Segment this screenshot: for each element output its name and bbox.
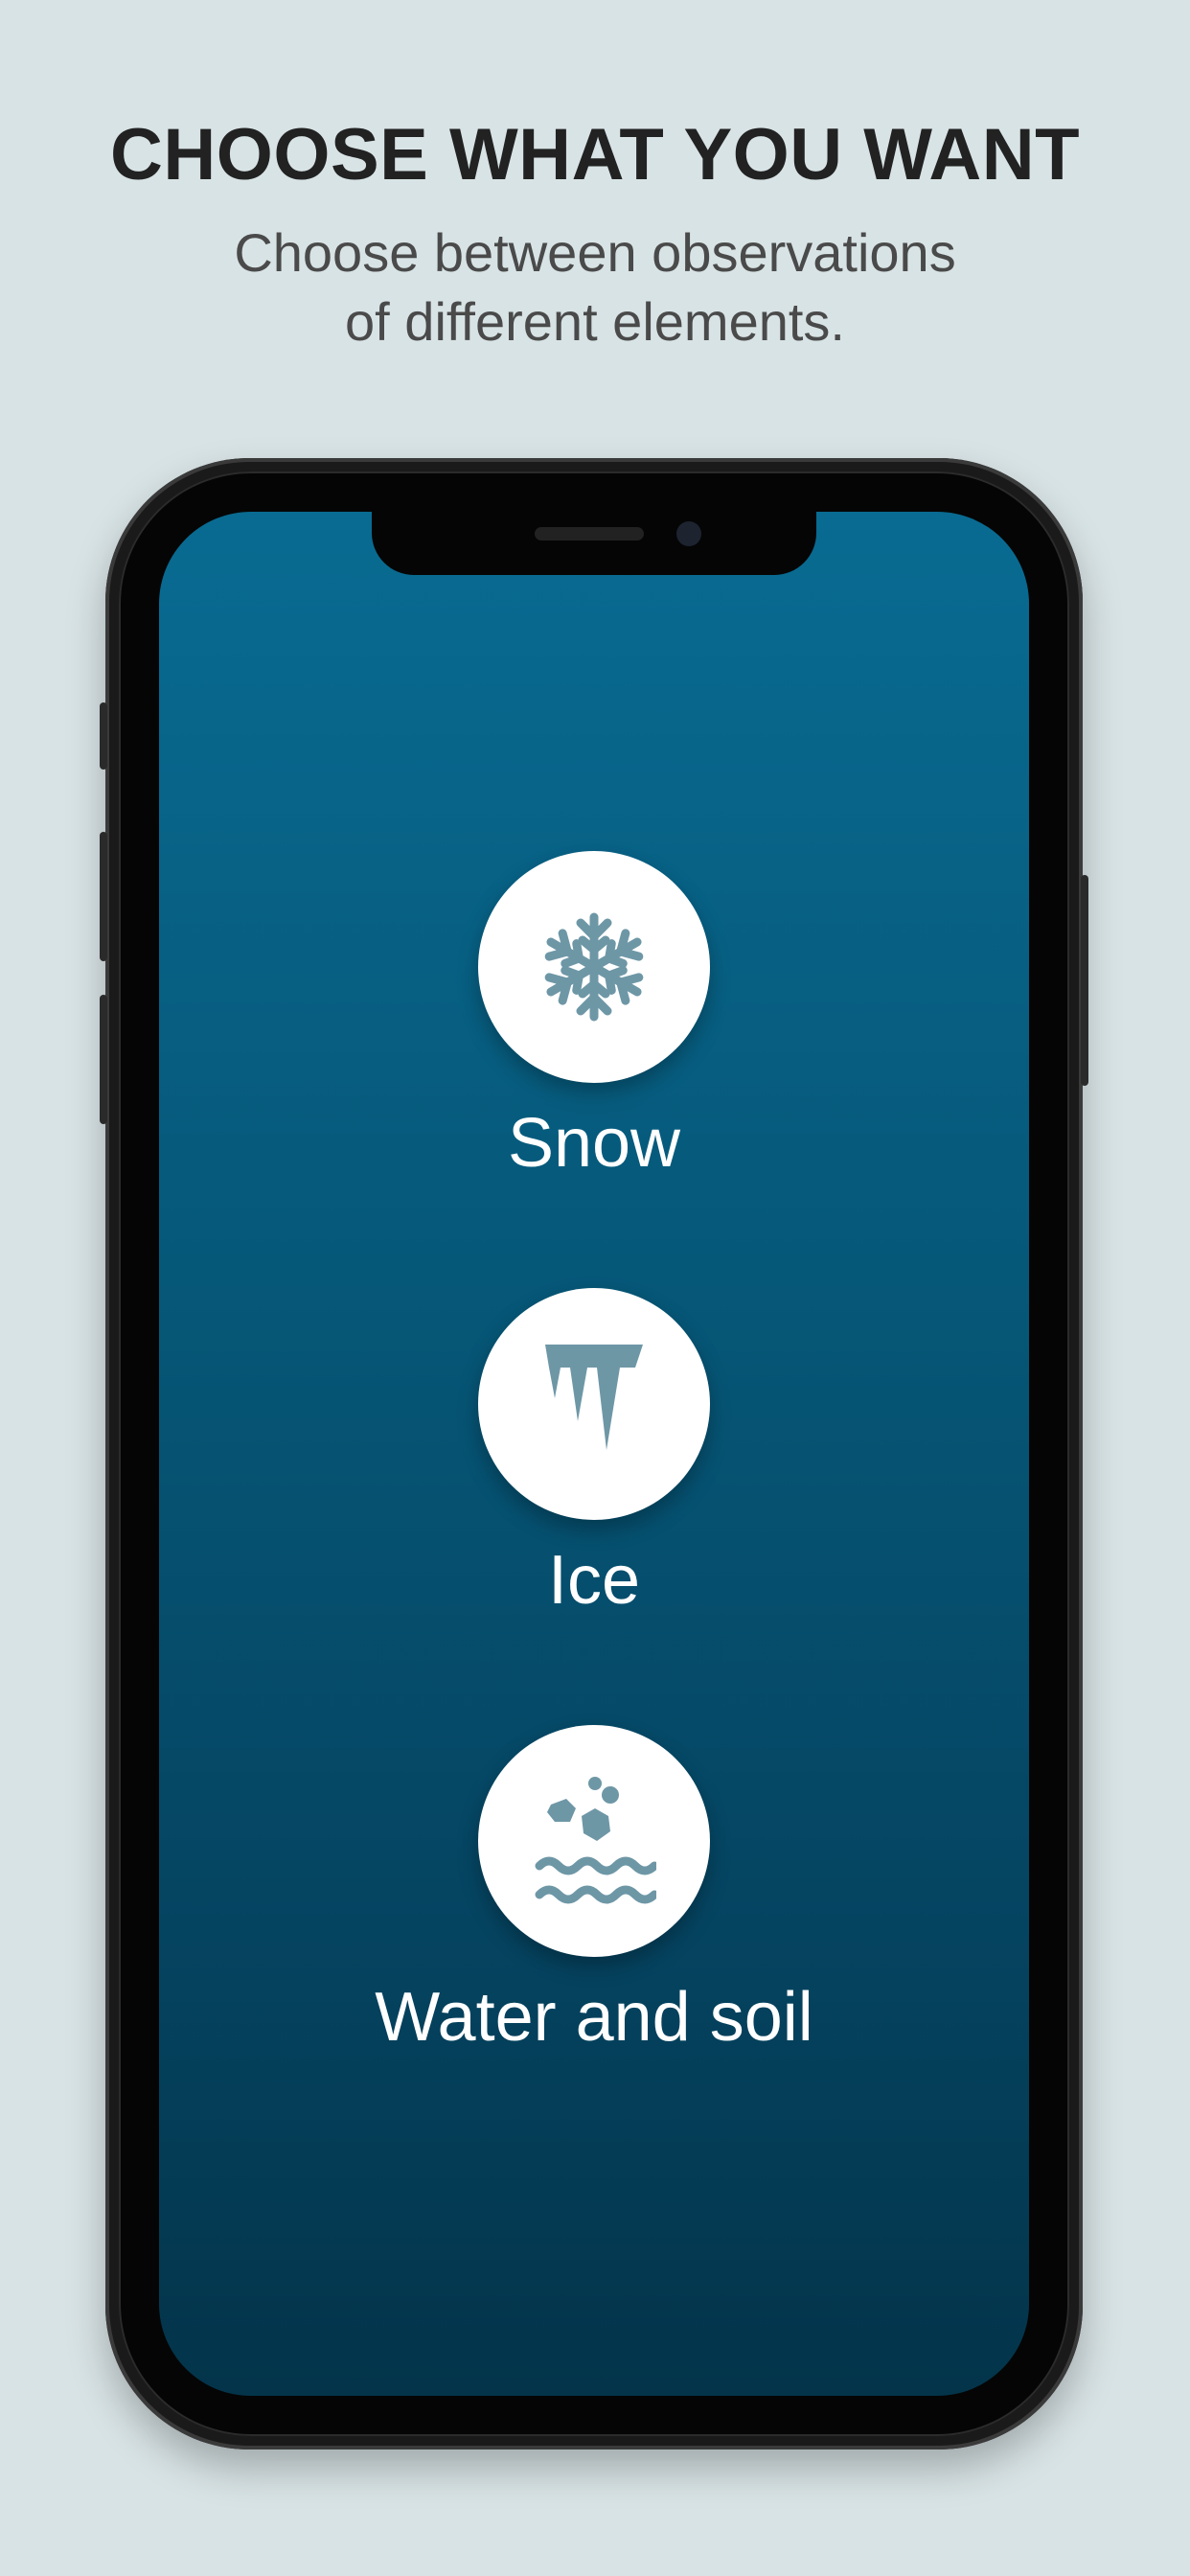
icicle-icon [545,1345,643,1450]
ice-circle-button[interactable] [478,1288,710,1520]
notch [372,512,816,575]
speaker-grille [535,527,644,540]
water-soil-circle-button[interactable] [478,1725,710,1957]
volume-up-button [100,832,107,961]
snow-label[interactable]: Snow [159,1100,1029,1186]
water-and-soil-label[interactable]: Water and soil [159,1974,1029,2060]
snow-circle-button[interactable] [478,851,710,1083]
front-camera [676,521,701,546]
snowflake-icon [544,912,644,1022]
ice-label[interactable]: Ice [159,1537,1029,1623]
power-button [1081,875,1088,1086]
subheadline-line-1: Choose between observations [234,222,956,283]
subheadline-line-2: of different elements. [345,291,845,352]
water-soil-icon [535,1777,656,1904]
option-snow[interactable]: Snow [159,851,1029,1186]
phone-frame: Snow Ice Water and soil [100,458,1088,2450]
subheadline: Choose between observations of different… [0,218,1190,356]
option-water-and-soil[interactable]: Water and soil [159,1725,1029,2060]
headline: CHOOSE WHAT YOU WANT [109,114,1081,196]
silent-switch [100,702,107,770]
volume-down-button [100,995,107,1124]
phone-screen: Snow Ice Water and soil [159,512,1029,2396]
option-ice[interactable]: Ice [159,1288,1029,1623]
